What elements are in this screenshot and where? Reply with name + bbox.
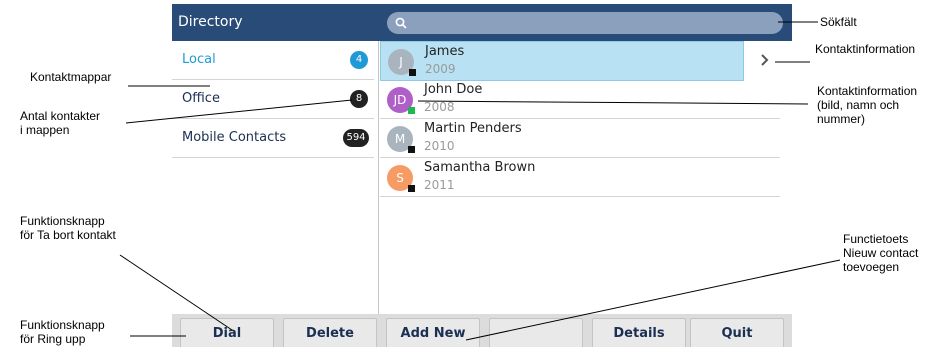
search-icon <box>395 17 407 29</box>
dial-softkey[interactable]: Dial <box>180 318 274 347</box>
contact-number: 2010 <box>424 139 455 153</box>
quit-softkey[interactable]: Quit <box>690 318 784 347</box>
add-new-softkey[interactable]: Add New <box>386 318 480 347</box>
softkey-bar: Dial Delete Add New Details Quit <box>172 314 792 347</box>
details-softkey[interactable]: Details <box>592 318 686 347</box>
title-bar: Directory <box>172 4 792 41</box>
annotation-contact-info: Kontaktinformation <box>815 42 916 56</box>
presence-indicator <box>408 107 415 114</box>
contact-row-john-doe[interactable]: JD John Doe 2008 <box>380 80 780 119</box>
contact-name: James <box>425 44 465 59</box>
annotation-dial-key: Funktionsknapp för Ring upp <box>20 318 105 346</box>
empty-softkey[interactable] <box>489 318 583 347</box>
presence-indicator <box>408 185 415 192</box>
contact-list: J James 2009 JD John Doe 2008 M Martin P… <box>380 41 792 316</box>
annotation-folders: Kontaktmappar <box>30 70 112 84</box>
folder-item-office[interactable]: Office 8 <box>172 80 374 119</box>
contact-count-badge: 594 <box>343 129 369 147</box>
folder-label: Mobile Contacts <box>182 130 287 145</box>
folder-item-mobile-contacts[interactable]: Mobile Contacts 594 <box>172 119 374 158</box>
presence-indicator <box>409 69 416 76</box>
page-title: Directory <box>178 14 243 30</box>
presence-indicator <box>408 146 415 153</box>
folder-label: Local <box>182 52 216 67</box>
contact-name: Samantha Brown <box>424 160 536 175</box>
pane-divider <box>378 41 379 316</box>
contact-number: 2009 <box>425 62 456 76</box>
folder-item-local[interactable]: Local 4 <box>172 41 374 80</box>
annotation-search-field: Sökfält <box>820 15 857 29</box>
search-input[interactable] <box>387 12 783 34</box>
annotation-contact-info-detail: Kontaktinformation (bild, namn och numme… <box>817 84 918 126</box>
delete-softkey[interactable]: Delete <box>283 318 377 347</box>
contact-count-badge: 8 <box>350 90 368 108</box>
annotation-delete-key: Funktionsknapp för Ta bort kontakt <box>20 214 116 242</box>
folder-label: Office <box>182 91 220 106</box>
contact-number: 2008 <box>424 100 455 114</box>
annotation-count: Antal kontakter i mappen <box>20 109 101 137</box>
chevron-right-icon[interactable] <box>760 52 770 68</box>
contact-count-badge: 4 <box>350 51 368 69</box>
contact-name: John Doe <box>424 82 483 97</box>
folder-list: Local 4 Office 8 Mobile Contacts 594 <box>172 41 378 316</box>
annotation-add-key: Functietoets Nieuw contact toevoegen <box>843 232 919 274</box>
contact-row-martin-penders[interactable]: M Martin Penders 2010 <box>380 119 780 158</box>
contact-row-samantha-brown[interactable]: S Samantha Brown 2011 <box>380 158 780 197</box>
contact-row-james[interactable]: J James 2009 <box>380 41 744 81</box>
contact-number: 2011 <box>424 178 455 192</box>
contact-name: Martin Penders <box>424 121 522 136</box>
